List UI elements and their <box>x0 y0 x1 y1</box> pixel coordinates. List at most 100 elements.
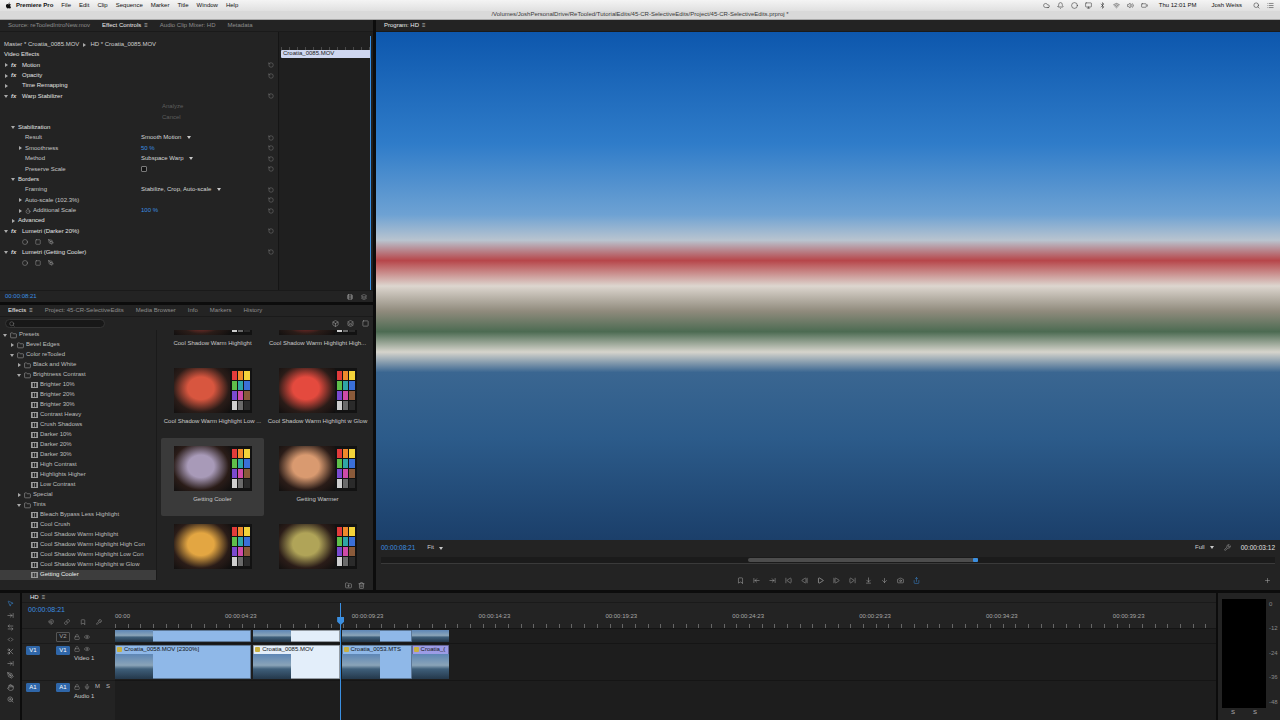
rectangle-mask-icon[interactable] <box>35 260 41 266</box>
property-row[interactable]: Preserve Scale <box>0 164 278 174</box>
effect-row[interactable]: fxMotion <box>0 60 278 70</box>
mark-in-icon[interactable] <box>753 577 760 584</box>
tree-item[interactable]: Color reTooled <box>0 350 156 360</box>
preset-card-label[interactable]: Cool Shadow Warm Highlight Low ... <box>164 418 262 425</box>
track-visibility-icon[interactable] <box>84 634 90 640</box>
sequence-clip[interactable]: HD * Croatia_0085.MOV <box>90 41 156 48</box>
property-value[interactable]: 100 % <box>141 207 264 214</box>
property-row[interactable]: Borders <box>0 174 278 184</box>
program-video-frame[interactable] <box>376 32 1280 540</box>
dropdown-value[interactable]: Subspace Warp <box>141 155 183 162</box>
tab-label[interactable]: Effects <box>8 307 26 314</box>
disclosure-triangle[interactable] <box>17 504 21 507</box>
folder-icon[interactable] <box>24 362 31 369</box>
preset-card[interactable]: Cool Shadow Warm Highlight Low ... <box>161 360 264 438</box>
tree-item[interactable]: Contrast Heavy <box>0 410 156 420</box>
pen-tool-icon[interactable] <box>7 672 14 679</box>
panel-tab[interactable]: History <box>237 307 268 314</box>
reset-icon[interactable] <box>268 249 274 255</box>
tree-item[interactable]: Special <box>0 490 156 500</box>
ripple-edit-tool-icon[interactable] <box>7 624 14 631</box>
rolling-edit-tool-icon[interactable] <box>7 636 14 643</box>
fx-badge[interactable]: fx <box>11 249 20 256</box>
reset-icon[interactable] <box>268 156 274 162</box>
track-target[interactable]: A1 <box>56 683 70 692</box>
dropdown-value[interactable]: Stabilize, Crop, Auto-scale <box>141 186 211 193</box>
tree-item[interactable]: Darker 20% <box>0 440 156 450</box>
panel-tab[interactable]: Info <box>182 307 204 314</box>
reset-icon[interactable] <box>268 208 274 214</box>
voiceover-icon[interactable] <box>84 684 90 690</box>
effect-mini-timeline[interactable]: Croatia_0085.MOV <box>278 32 373 290</box>
disclosure-triangle[interactable] <box>4 251 8 254</box>
tree-item[interactable]: Low Contrast <box>0 480 156 490</box>
scrubbable-value[interactable]: 100 % <box>141 207 158 214</box>
disclosure-triangle[interactable] <box>18 493 21 497</box>
track-target[interactable]: V1 <box>56 646 70 655</box>
panel-menu-icon[interactable]: ≡ <box>29 307 33 314</box>
play-icon[interactable] <box>817 577 824 584</box>
preset-card[interactable]: Cool Shadow Warm Highlight High... <box>266 330 369 360</box>
settings-wrench-icon[interactable] <box>1224 544 1231 551</box>
tree-item[interactable]: Getting Cooler <box>0 570 156 580</box>
folder-icon[interactable] <box>17 352 24 359</box>
disclosure-triangle[interactable] <box>11 343 14 347</box>
menu-item[interactable]: Help <box>222 0 242 11</box>
solo-button[interactable]: S <box>1231 709 1235 716</box>
preset-card-label[interactable]: Getting Warmer <box>296 496 338 503</box>
reset-icon[interactable] <box>268 135 274 141</box>
razor-tool-icon[interactable] <box>7 648 14 655</box>
panel-tab[interactable]: Metadata <box>222 22 259 29</box>
tree-item-label[interactable]: Tints <box>33 501 46 508</box>
effects-search-field[interactable] <box>5 319 105 328</box>
property-checkbox[interactable] <box>141 166 147 172</box>
reset-icon[interactable] <box>268 166 274 172</box>
preset-thumbnail[interactable] <box>174 368 252 413</box>
menu-item[interactable]: Title <box>173 0 192 11</box>
tree-item[interactable]: Bleach Bypass Less Highlight <box>0 510 156 520</box>
preset-thumbnail[interactable] <box>279 368 357 413</box>
tree-item-label[interactable]: Black and White <box>33 361 76 368</box>
tree-item[interactable]: Brighter 10% <box>0 380 156 390</box>
add-button-icon[interactable] <box>1264 577 1271 584</box>
tab-label[interactable]: Metadata <box>228 22 253 29</box>
ripple-icon[interactable] <box>361 294 367 300</box>
fx-badge[interactable]: fx <box>11 93 20 100</box>
fx-badge[interactable]: fx <box>11 62 20 69</box>
time-ruler[interactable]: 00:0000:00:04:2300:00:09:2300:00:14:2300… <box>115 603 1216 628</box>
effect-row[interactable]: fxLumetri (Getting Cooler) <box>0 247 278 257</box>
tree-item[interactable]: Crush Shadows <box>0 420 156 430</box>
resolution-value[interactable]: Full <box>1195 544 1205 551</box>
new-bin-icon[interactable] <box>345 582 352 589</box>
effect-row[interactable]: Time Remapping <box>0 81 278 91</box>
program-time-ruler[interactable] <box>381 557 1275 564</box>
go-to-in-icon[interactable] <box>785 577 792 584</box>
tab-label[interactable]: Source: reTooledIntroNew.mov <box>8 22 90 29</box>
export-frame-icon[interactable] <box>897 577 904 584</box>
preset-card-label[interactable]: Cool Shadow Warm Highlight High... <box>269 340 366 347</box>
menu-item[interactable]: Edit <box>75 0 93 11</box>
pen-mask-icon[interactable] <box>48 260 54 266</box>
status-icon[interactable] <box>1071 2 1078 9</box>
menu-item[interactable]: Window <box>193 0 222 11</box>
disclosure-triangle[interactable] <box>5 84 8 88</box>
tree-item[interactable]: Cool Shadow Warm Highlight Low Con <box>0 550 156 560</box>
tree-item-label[interactable]: Color reTooled <box>26 351 65 358</box>
tree-item-label[interactable]: Special <box>33 491 53 498</box>
timeline-clip[interactable] <box>115 630 251 642</box>
zoom-value[interactable]: Fit <box>427 544 434 551</box>
disclosure-triangle[interactable] <box>4 230 8 233</box>
tree-item[interactable]: Cool Shadow Warm Highlight w Glow <box>0 560 156 570</box>
tree-item[interactable]: Brighter 30% <box>0 400 156 410</box>
scrubbable-value[interactable]: 50 % <box>141 145 155 152</box>
tree-item-label[interactable]: Highlights Higher <box>40 471 86 478</box>
disclosure-triangle[interactable] <box>19 209 22 213</box>
property-row[interactable]: Advanced <box>0 216 278 226</box>
tree-item-label[interactable]: Brighter 10% <box>40 381 75 388</box>
disclosure-triangle[interactable] <box>10 354 14 357</box>
insert-icon[interactable] <box>865 577 872 584</box>
program-playhead-timecode[interactable]: 00:00:08:21 <box>381 544 415 552</box>
zoom-tool-icon[interactable] <box>7 696 14 703</box>
tree-item[interactable]: Brightness Contrast <box>0 370 156 380</box>
panel-tab[interactable]: Markers <box>204 307 238 314</box>
